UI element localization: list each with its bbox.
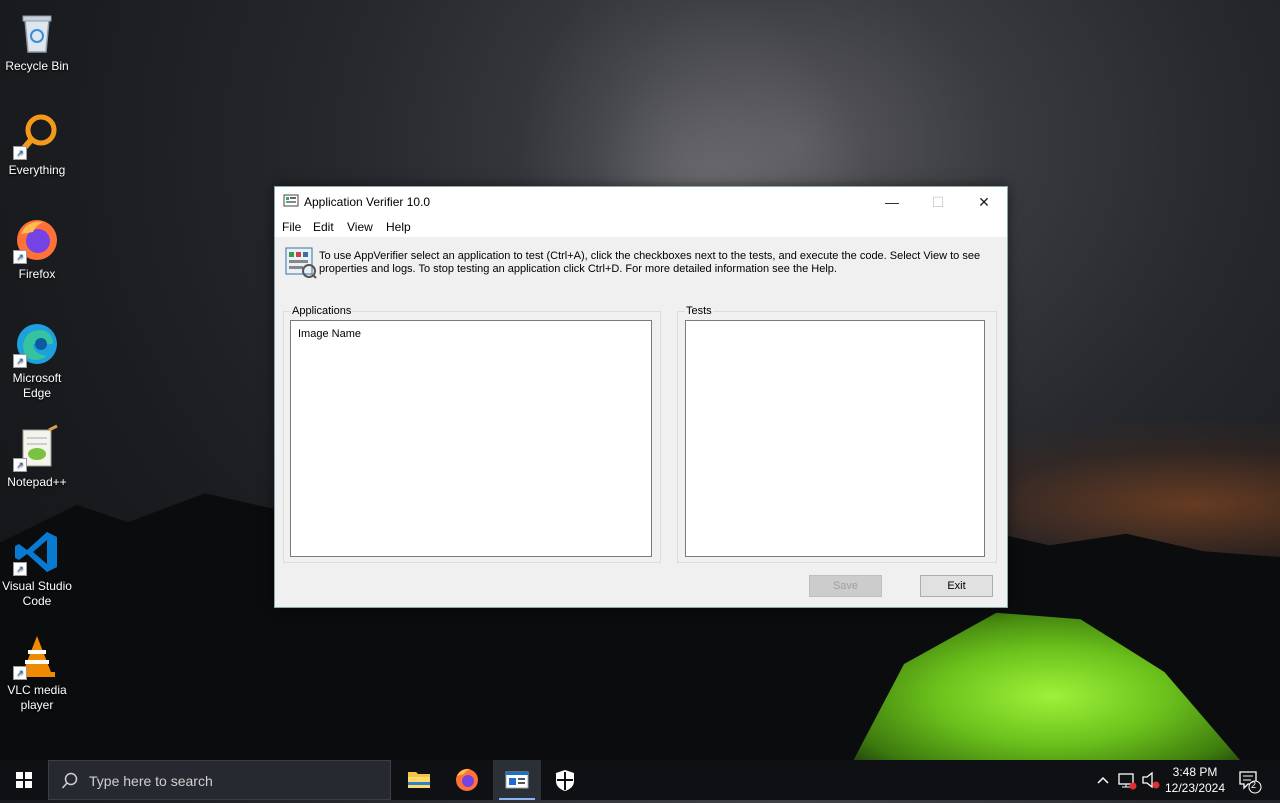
windows-security-icon [556,770,574,791]
notification-center-button[interactable]: 2 [1236,760,1264,800]
start-button[interactable] [0,760,48,800]
desktop-icon-vlc[interactable]: ↗ VLC media player [0,632,74,713]
desktop-icon-label: Microsoft Edge [12,371,62,400]
vlc-icon: ↗ [13,632,61,680]
taskbar-file-explorer[interactable] [395,760,443,800]
menu-file[interactable]: File [282,220,301,234]
tests-list[interactable] [685,320,985,557]
vscode-icon: ↗ [13,528,61,576]
applications-label: Applications [291,305,353,317]
menu-help[interactable]: Help [386,220,411,234]
shortcut-arrow-icon: ↗ [13,250,27,264]
minimize-button[interactable]: — [869,187,915,217]
clock-date: 12/23/2024 [1164,781,1226,795]
desktop-icon-everything[interactable]: ↗ Everything [0,112,74,178]
app-verifier-icon [283,194,299,209]
shortcut-arrow-icon: ↗ [13,146,27,160]
network-status-button[interactable] [1116,760,1138,800]
firefox-icon: ↗ [13,216,61,264]
taskbar-search-box[interactable]: Type here to search [48,760,391,800]
tests-label: Tests [685,305,713,317]
taskbar-firefox[interactable] [443,760,491,800]
exit-button[interactable]: Exit [920,575,993,597]
taskbar-clock[interactable]: 3:48 PM 12/23/2024 [1156,764,1234,796]
taskbar-windows-security[interactable] [541,760,589,800]
menu-bar: File Edit View Help [275,217,1007,237]
verifier-info-icon [285,247,317,279]
shortcut-arrow-icon: ↗ [13,458,27,472]
edge-icon: ↗ [13,320,61,368]
file-explorer-icon [408,772,430,788]
title-bar[interactable]: Application Verifier 10.0 — ☐ ✕ [275,187,1007,217]
desktop-icon-label: Everything [8,163,66,177]
show-hidden-icons-button[interactable] [1094,760,1112,800]
desktop-icon-edge[interactable]: ↗ Microsoft Edge [0,320,74,401]
windows-logo-icon [16,772,32,788]
shortcut-arrow-icon: ↗ [13,354,27,368]
taskbar: Type here to search 3:48 PM 12/23/2024 2 [0,760,1280,800]
search-placeholder: Type here to search [89,773,213,789]
notification-count-badge: 2 [1251,780,1257,790]
close-button[interactable]: ✕ [961,187,1007,217]
info-text: To use AppVerifier select an application… [319,250,981,275]
desktop-icon-label: Recycle Bin [5,59,69,73]
menu-view[interactable]: View [347,220,373,234]
desktop-icon-recycle-bin[interactable]: Recycle Bin [0,8,74,74]
chevron-up-icon [1097,776,1109,784]
desktop-icon-notepadpp[interactable]: ↗ Notepad++ [0,424,74,490]
shortcut-arrow-icon: ↗ [13,562,27,576]
desktop-icon-label: Firefox [18,267,56,281]
desktop-icon-vscode[interactable]: ↗ Visual Studio Code [0,528,74,609]
menu-edit[interactable]: Edit [313,220,334,234]
everything-search-icon: ↗ [13,112,61,160]
notification-icon [1239,771,1262,794]
shortcut-arrow-icon: ↗ [13,666,27,680]
app-verifier-icon [505,771,529,789]
recycle-bin-icon [13,8,61,56]
save-button[interactable]: Save [809,575,882,597]
window-title: Application Verifier 10.0 [304,195,431,209]
search-icon [61,772,79,793]
firefox-icon [456,768,478,791]
image-name-column-header[interactable]: Image Name [298,328,361,340]
app-verifier-window: Application Verifier 10.0 — ☐ ✕ File Edi… [274,186,1008,608]
clock-time: 3:48 PM [1172,765,1218,779]
desktop-icon-firefox[interactable]: ↗ Firefox [0,216,74,282]
taskbar-app-verifier[interactable] [493,760,541,800]
maximize-button[interactable]: ☐ [915,187,961,217]
network-disconnected-icon [1118,773,1137,790]
desktop-icon-label: Notepad++ [7,475,67,489]
desktop-icon-label: VLC media player [7,683,67,712]
applications-list[interactable]: Image Name [290,320,652,557]
notepadpp-icon: ↗ [13,424,61,472]
desktop-icon-label: Visual Studio Code [2,579,72,608]
